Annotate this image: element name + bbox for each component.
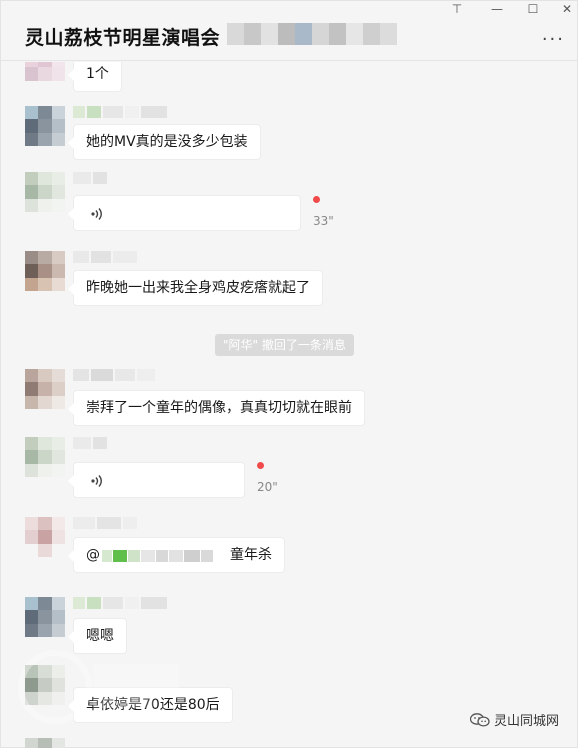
wechat-icon — [469, 712, 490, 727]
mention-name-redacted — [102, 550, 213, 562]
sender-name-redacted — [73, 437, 107, 449]
avatar[interactable] — [25, 62, 65, 94]
voice-icon — [90, 206, 104, 222]
avatar[interactable] — [25, 597, 65, 637]
mention-text: 童年杀 — [230, 547, 272, 563]
chat-title: 灵山荔枝节明星演唱会 — [25, 27, 221, 49]
sender-name-redacted — [73, 106, 167, 118]
more-options-icon[interactable]: ··· — [542, 29, 565, 50]
brand-label: 灵山同城网 — [493, 714, 559, 729]
avatar[interactable] — [25, 738, 65, 748]
voice-message-bubble[interactable] — [68, 195, 301, 231]
avatar[interactable] — [25, 251, 65, 291]
sender-name-redacted — [73, 172, 107, 184]
unread-dot — [257, 462, 264, 469]
avatar[interactable] — [25, 369, 65, 409]
unread-dot — [313, 196, 320, 203]
pin-button[interactable]: ⊤ — [437, 1, 477, 19]
brand-watermark: 灵山同城网 — [469, 710, 559, 729]
title-bar: 灵山荔枝节明星演唱会 ⊤ — ☐ ✕ ··· — [1, 1, 577, 61]
message-bubble[interactable]: 她的MV真的是没多少包装 — [68, 124, 261, 160]
minimize-button[interactable]: — — [477, 1, 517, 19]
message-list[interactable]: 1个 她的MV真的是没多少包装 33" 昨晚她一出来我全身鸡皮疙瘩就起了 "阿华… — [1, 62, 577, 748]
message-bubble[interactable]: 昨晚她一出来我全身鸡皮疙瘩就起了 — [68, 270, 323, 306]
close-button[interactable]: ✕ — [547, 1, 578, 19]
voice-icon — [90, 473, 104, 489]
voice-duration: 20" — [257, 480, 278, 494]
mention-bubble[interactable]: @ 童年杀 — [68, 537, 285, 573]
chat-window: 灵山荔枝节明星演唱会 ⊤ — ☐ ✕ ··· 1个 她的MV真的是没多少包装 3… — [0, 0, 578, 748]
voice-message-bubble[interactable] — [68, 462, 245, 498]
voice-duration: 33" — [313, 214, 334, 228]
message-bubble[interactable]: 1个 — [68, 62, 122, 92]
watermark-logo — [15, 642, 185, 732]
sender-name-redacted — [73, 251, 137, 263]
avatar[interactable] — [25, 172, 65, 212]
avatar[interactable] — [25, 106, 65, 146]
message-bubble[interactable]: 崇拜了一个童年的偶像，真真切切就在眼前 — [68, 390, 365, 426]
sender-name-redacted — [73, 369, 155, 381]
avatar[interactable] — [25, 517, 65, 557]
recall-notice: "阿华" 撤回了一条消息 — [215, 334, 354, 356]
sender-name-redacted — [73, 517, 137, 529]
mention-at-sign: @ — [86, 547, 100, 563]
sender-name-redacted — [73, 597, 167, 609]
avatar[interactable] — [25, 437, 65, 477]
title-redacted — [227, 23, 397, 45]
